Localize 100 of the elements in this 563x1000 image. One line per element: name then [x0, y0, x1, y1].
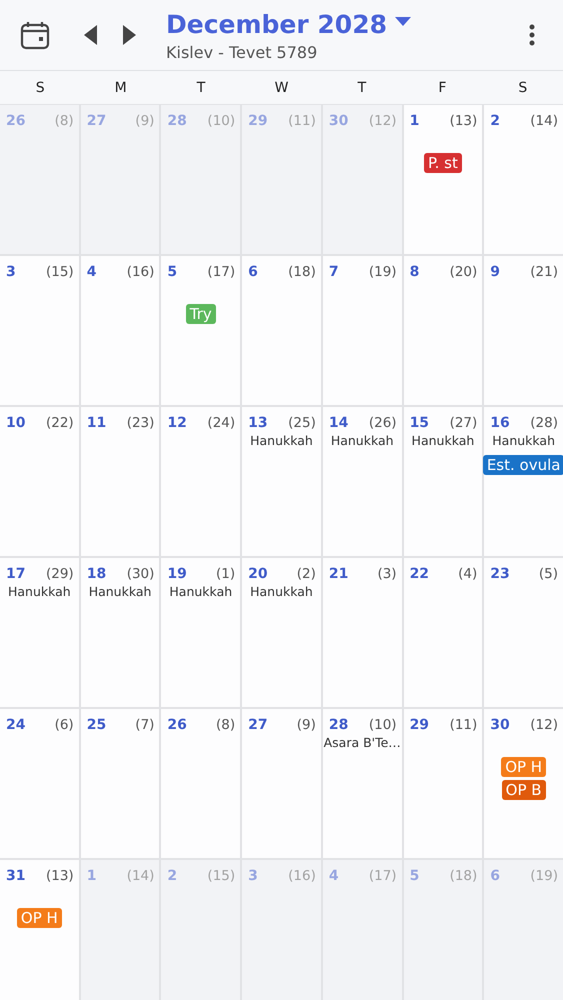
day-cell[interactable]: 4 (16) — [80, 256, 160, 405]
hebrew-date: (10) — [368, 716, 397, 732]
hebrew-date: (18) — [450, 868, 478, 884]
day-number: 2 — [167, 868, 178, 884]
day-number: 26 — [6, 112, 26, 128]
day-number: 5 — [410, 868, 420, 884]
hebrew-date: (9) — [296, 716, 316, 732]
day-number: 14 — [328, 414, 348, 430]
weekday-label: T — [196, 80, 206, 96]
day-cell[interactable]: 30 (12) OP H OP B — [484, 709, 563, 858]
day-number: 4 — [86, 264, 96, 280]
hebrew-date: (3) — [377, 566, 397, 582]
day-cell[interactable]: 12 (24) — [161, 407, 240, 556]
day-number: 6 — [248, 264, 258, 280]
hebrew-date: (6) — [54, 716, 74, 732]
day-number: 3 — [6, 264, 16, 280]
hebrew-date: (11) — [288, 112, 316, 128]
hebrew-date: (8) — [54, 112, 74, 128]
day-cell[interactable]: 20 (2) Hanukkah — [242, 558, 321, 707]
day-cell[interactable]: 8 (20) — [404, 256, 482, 405]
hebrew-date: (18) — [288, 264, 316, 280]
day-cell[interactable]: 31 (13) OP H — [0, 860, 79, 1000]
holiday-label: Hanukkah — [250, 433, 313, 448]
day-number: 10 — [6, 414, 26, 430]
day-number: 2 — [490, 112, 500, 128]
calendar-icon[interactable] — [19, 19, 51, 51]
day-number: 23 — [490, 566, 510, 582]
day-cell[interactable]: 16 (28) Hanukkah Est. ovula — [484, 407, 563, 556]
day-cell[interactable]: 17 (29) Hanukkah — [0, 558, 79, 707]
month-title[interactable]: December 2028 — [166, 10, 387, 39]
day-cell[interactable]: 24 (6) — [0, 709, 79, 858]
day-number: 31 — [6, 868, 26, 884]
hebrew-date: (8) — [216, 716, 236, 732]
day-cell[interactable]: 13 (25) Hanukkah — [242, 407, 321, 556]
day-number: 17 — [6, 566, 26, 582]
day-number: 24 — [6, 716, 26, 732]
next-month-icon[interactable] — [122, 25, 136, 45]
day-cell[interactable]: 1 (13) P. st — [404, 105, 482, 254]
hebrew-date: (9) — [135, 112, 154, 128]
weekday-label: T — [356, 80, 368, 96]
hebrew-date: (13) — [46, 868, 74, 884]
hebrew-date: (12) — [368, 112, 397, 128]
dropdown-caret-icon[interactable] — [395, 17, 411, 26]
day-number: 9 — [490, 264, 500, 280]
hebrew-date: (14) — [126, 868, 154, 884]
hebrew-date: (7) — [135, 716, 154, 732]
hebrew-date: (16) — [288, 868, 316, 884]
day-number: 5 — [167, 264, 178, 280]
hebrew-date: (24) — [207, 414, 236, 430]
day-cell[interactable]: 3 (15) — [0, 256, 79, 405]
hebrew-date: (19) — [368, 264, 397, 280]
day-cell[interactable]: 21 (3) — [322, 558, 402, 707]
day-cell[interactable]: 15 (27) Hanukkah — [404, 407, 482, 556]
hebrew-date: (22) — [46, 414, 74, 430]
hebrew-date: (15) — [207, 868, 236, 884]
day-number: 27 — [86, 112, 106, 128]
hebrew-date: (4) — [458, 566, 478, 582]
previous-month-icon[interactable] — [84, 25, 98, 45]
hebrew-date: (26) — [368, 414, 397, 430]
hebrew-date: (14) — [530, 112, 558, 128]
day-cell[interactable]: 22 (4) — [404, 558, 482, 707]
holiday-label: Hanukkah — [412, 433, 474, 448]
holiday-label: Hanukkah — [250, 584, 313, 599]
day-cell[interactable]: 9 (21) — [484, 256, 563, 405]
day-number: 26 — [167, 716, 187, 732]
day-number: 15 — [410, 414, 430, 430]
day-cell[interactable]: 23 (5) — [484, 558, 563, 707]
day-cell[interactable]: 18 (30) Hanukkah — [80, 558, 160, 707]
hebrew-date: (19) — [530, 868, 558, 884]
day-cell[interactable]: 2 (14) — [484, 105, 563, 254]
hebrew-date: (15) — [46, 264, 74, 280]
day-number: 13 — [248, 414, 268, 430]
day-cell[interactable]: 28 (10) Asara B'Te… — [322, 709, 402, 858]
day-cell[interactable]: 25 (7) — [80, 709, 160, 858]
hebrew-date: (5) — [538, 566, 558, 582]
hebrew-date: (16) — [126, 264, 154, 280]
hebrew-date: (27) — [450, 414, 478, 430]
hebrew-date: (17) — [207, 264, 236, 280]
day-cell[interactable]: 14 (26) Hanukkah — [322, 407, 402, 556]
hebrew-date: (17) — [368, 868, 397, 884]
day-number: 1 — [86, 868, 96, 884]
day-cell[interactable]: 27 (9) — [242, 709, 321, 858]
day-cell[interactable]: 5 (17) Try — [161, 256, 240, 405]
day-number: 19 — [167, 566, 187, 582]
event-chip[interactable]: Est. ovula — [482, 455, 563, 475]
day-cell[interactable]: 7 (19) — [322, 256, 402, 405]
day-cell[interactable]: 11 (23) — [80, 407, 160, 556]
event-chip[interactable]: OP B — [502, 780, 546, 800]
day-cell[interactable]: 26 (8) — [161, 709, 240, 858]
day-cell[interactable]: 29 (11) — [404, 709, 482, 858]
event-chip[interactable]: P. st — [424, 153, 462, 173]
hebrew-date: (20) — [450, 264, 478, 280]
day-cell[interactable]: 10 (22) — [0, 407, 79, 556]
hebrew-date: (1) — [216, 566, 236, 582]
day-cell[interactable]: 6 (18) — [242, 256, 321, 405]
hebrew-date: (25) — [288, 414, 316, 430]
day-number: 7 — [328, 264, 339, 280]
day-number: 20 — [248, 566, 268, 582]
day-cell[interactable]: 19 (1) Hanukkah — [161, 558, 240, 707]
more-options-icon[interactable] — [529, 24, 535, 46]
